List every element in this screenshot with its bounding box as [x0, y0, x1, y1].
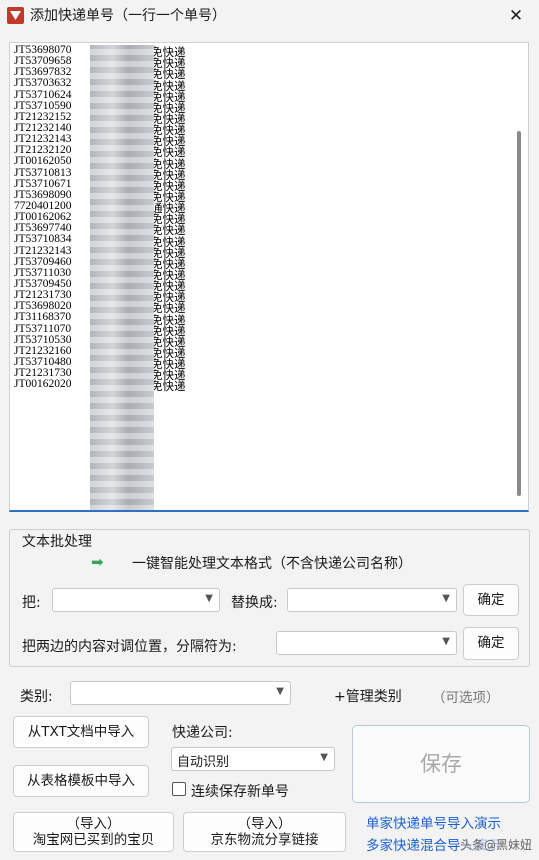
continuous-save-label[interactable]: 连续保存新单号 — [191, 781, 289, 801]
chevron-down-icon: ▼ — [320, 752, 328, 763]
category-combo[interactable]: ▼ — [70, 681, 291, 705]
chevron-down-icon: ▼ — [442, 593, 450, 604]
tracking-id: JT21231730 — [14, 368, 72, 380]
courier-name: 免快递 — [151, 381, 186, 394]
scrollbar-thumb[interactable] — [517, 131, 521, 496]
import-txt-button[interactable]: 从TXT文档中导入 — [13, 716, 149, 748]
replace-from-label: 把: — [22, 595, 41, 611]
tracking-id: JT53710590 — [14, 100, 72, 112]
chevron-down-icon: ▼ — [442, 636, 450, 647]
tracking-id: JT53710624 — [14, 89, 72, 101]
import-excel-button[interactable]: 从表格模板中导入 — [13, 765, 149, 797]
save-button[interactable]: 保存 — [352, 725, 530, 803]
swap-label: 把两边的内容对调位置，分隔符为: — [22, 639, 237, 655]
manage-category-link[interactable]: +管理类别 — [334, 686, 402, 706]
tracking-id: JT53710480 — [14, 356, 72, 368]
tracking-id: JT53703632 — [14, 78, 72, 90]
taobao-button-line1: （导入） — [66, 816, 121, 832]
tracking-id: JT21232160 — [14, 345, 72, 357]
tracking-id: JT53697832 — [14, 67, 72, 79]
watermark: 头条@黑妹妞 — [460, 836, 533, 853]
confirm-replace-button[interactable]: 确定 — [463, 584, 519, 616]
continuous-save-checkbox[interactable] — [172, 782, 186, 796]
taobao-button-line2: 淘宝网已买到的宝贝 — [32, 832, 155, 848]
separator-combo[interactable]: ▼ — [276, 631, 457, 655]
courier-label: 快递公司: — [172, 725, 233, 741]
window-title: 添加快递单号（一行一个单号） — [30, 8, 226, 24]
courier-combo[interactable]: 自动识别 ▼ — [171, 747, 335, 771]
app-icon — [7, 7, 24, 24]
tracking-id: 7720401200 — [14, 200, 72, 212]
replace-to-combo[interactable]: ▼ — [287, 588, 457, 612]
tracking-id: JT53710834 — [14, 234, 72, 246]
tracking-id: JT00162062 — [14, 212, 72, 224]
close-button[interactable]: ✕ — [500, 2, 532, 30]
single-courier-demo-link[interactable]: 单家快递单号导入演示 — [366, 812, 501, 832]
tracking-id: JT53711070 — [14, 323, 72, 335]
confirm-swap-button[interactable]: 确定 — [463, 627, 519, 660]
tracking-id: JT31168370 — [14, 312, 72, 324]
tracking-id: JT00162020 — [14, 379, 72, 391]
arrow-right-icon[interactable]: ➡ — [91, 553, 104, 571]
batch-group-label: 文本批处理 — [20, 531, 94, 551]
tracking-id: JT53698020 — [14, 301, 72, 313]
tracking-id: JT21232152 — [14, 111, 72, 123]
optional-hint: （可选项） — [432, 690, 500, 706]
tracking-id: JT21232120 — [14, 145, 72, 157]
tracking-id: JT21232143 — [14, 134, 72, 146]
tracking-numbers-textarea[interactable]: JT53698070 免快递 JT53709658 免快递 JT53697832 免快递 J… — [9, 42, 529, 512]
tracking-id: JT21231730 — [14, 290, 72, 302]
tracking-id: JT53710813 — [14, 167, 72, 179]
courier-value: 自动识别 — [177, 755, 230, 770]
tracking-id: JT21232143 — [14, 245, 72, 257]
chevron-down-icon: ▼ — [276, 686, 284, 697]
tracking-id: JT53697740 — [14, 223, 72, 235]
jd-button-line2: 京东物流分享链接 — [210, 832, 319, 848]
smart-process-link[interactable]: 一键智能处理文本格式（不含快递公司名称） — [132, 553, 412, 573]
tracking-id: JT53710671 — [14, 178, 72, 190]
tracking-id: JT21232140 — [14, 122, 72, 134]
category-label: 类别: — [20, 689, 53, 705]
vertical-scrollbar[interactable] — [515, 51, 523, 506]
tracking-id: JT53709460 — [14, 256, 72, 268]
tracking-id: JT53698090 — [14, 189, 72, 201]
import-taobao-button[interactable]: （导入） 淘宝网已买到的宝贝 — [13, 812, 174, 852]
title-bar: 添加快递单号（一行一个单号） ✕ — [0, 0, 539, 32]
redacted-overlay — [90, 45, 154, 510]
jd-button-line1: （导入） — [237, 816, 292, 832]
tracking-id: JT53710530 — [14, 334, 72, 346]
tracking-id: JT53709450 — [14, 278, 72, 290]
tracking-id: JT53711030 — [14, 267, 72, 279]
replace-from-combo[interactable]: ▼ — [52, 588, 220, 612]
chevron-down-icon: ▼ — [205, 593, 213, 604]
tracking-id: JT53698070 — [14, 45, 72, 56]
tracking-id: JT53709658 — [14, 56, 72, 68]
import-jd-button[interactable]: （导入） 京东物流分享链接 — [183, 812, 346, 852]
replace-to-label: 替换成: — [231, 595, 278, 611]
tracking-id: JT00162050 — [14, 156, 72, 168]
